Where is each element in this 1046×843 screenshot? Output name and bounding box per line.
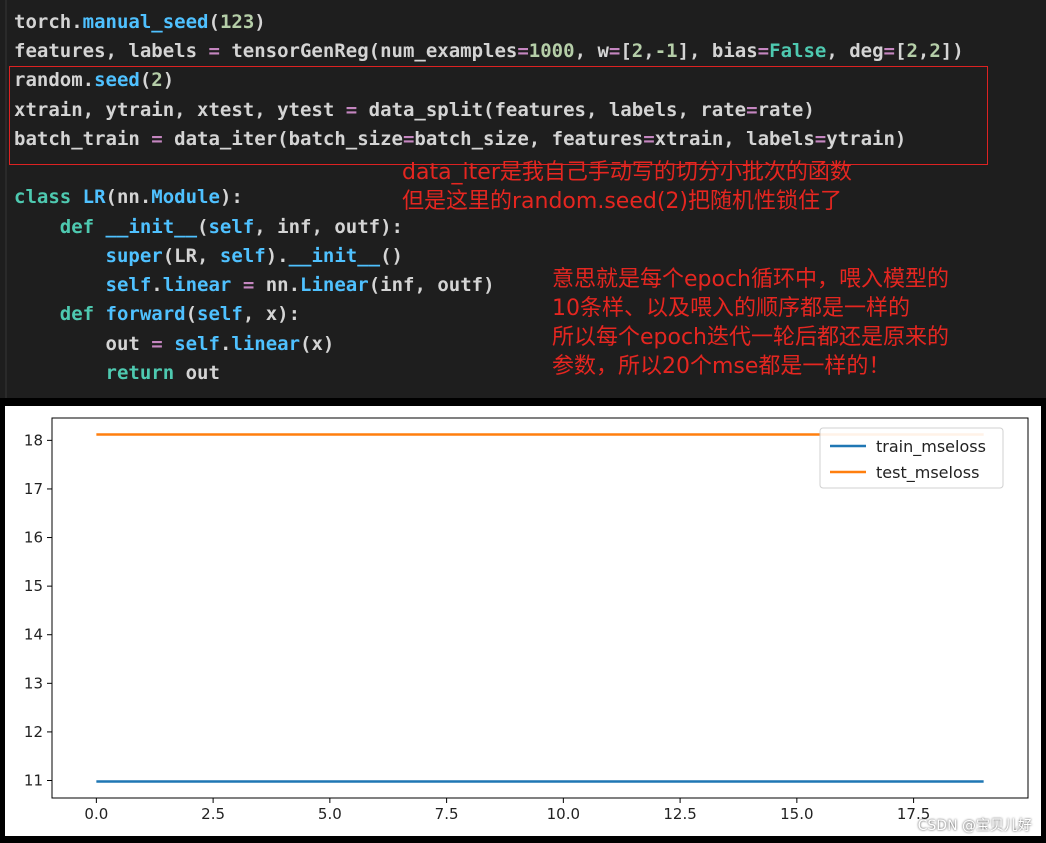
code-line-9: self.linear = nn.Linear(inf, outf) [105, 274, 495, 296]
annotation-line: 意思就是每个epoch循环中，喂入模型的 [552, 267, 950, 292]
annotation-note-2: 意思就是每个epoch循环中，喂入模型的 10条样、以及喂入的顺序都是一样的所以每… [552, 265, 949, 381]
code-line-6: class LR(nn.Module): [14, 186, 243, 208]
code-line-8: super(LR, self).__init__() [105, 245, 403, 267]
y-tick-label: 14 [24, 626, 43, 644]
annotation-line: 所以每个epoch迭代一轮后都还是原来的 [552, 325, 950, 350]
x-tick-label: 12.5 [663, 805, 696, 823]
annotation-note-1: data_iter是我自己手动写的切分小批次的函数 但是这里的random.see… [402, 158, 852, 216]
y-tick-label: 11 [24, 772, 43, 790]
code-line-11: out = self.linear(x) [14, 333, 335, 355]
x-tick-label: 5.0 [318, 805, 342, 823]
annotation-line: 参数，所以20个mse都是一样的！ [552, 354, 891, 379]
y-tick-label: 16 [24, 529, 43, 547]
y-tick-label: 12 [24, 723, 43, 741]
code-line-10: def forward(self, x): [14, 303, 301, 325]
y-tick-label: 17 [24, 480, 43, 498]
code-line-1: torch.manual_seed(123) [14, 11, 266, 33]
x-tick-label: 2.5 [201, 805, 225, 823]
line-chart: 0.0 2.5 5.0 7.5 10.0 12.5 15.0 17.5111213141516… [24, 417, 1029, 823]
y-tick-label: 15 [24, 577, 43, 595]
x-tick-label: 7.5 [435, 805, 459, 823]
watermark: CSDN @宝贝儿好 [917, 818, 1032, 834]
annotation-line: 10条样、以及喂入的顺序都是一样的 [552, 296, 910, 321]
cell-left-border [5, 0, 7, 398]
plot-canvas: 0.0 2.5 5.0 7.5 10.0 12.5 15.0 17.5 11 12 13 14 15 16… [5, 406, 1041, 836]
code-cell: torch.manual_seed(123) features, labels … [0, 0, 1046, 398]
annotation-line: data_iter是我自己手动写的切分小批次的函数 [402, 160, 852, 185]
y-tick-label: 18 [24, 431, 43, 449]
highlight-box [9, 66, 988, 165]
y-tick-label: 13 [24, 674, 43, 692]
x-tick-label: 15.0 [780, 805, 813, 823]
plot-output: 0.0 2.5 5.0 7.5 10.0 12.5 15.0 17.5 11 12 13 14 15 16… [0, 398, 1046, 843]
legend-label: train_mseloss [876, 437, 986, 457]
code-line-12: return out [105, 362, 220, 384]
x-tick-label: 10.0 [547, 805, 580, 823]
annotation-line: 但是这里的random.seed(2)把随机性锁住了 [402, 189, 842, 214]
x-tick-label: 0.0 [84, 805, 108, 823]
code-line-2: features, labels = tensorGenReg(num_exam… [14, 40, 964, 62]
legend-label: test_mseloss [876, 463, 979, 483]
code-line-7: def __init__(self, inf, outf): [14, 216, 403, 238]
